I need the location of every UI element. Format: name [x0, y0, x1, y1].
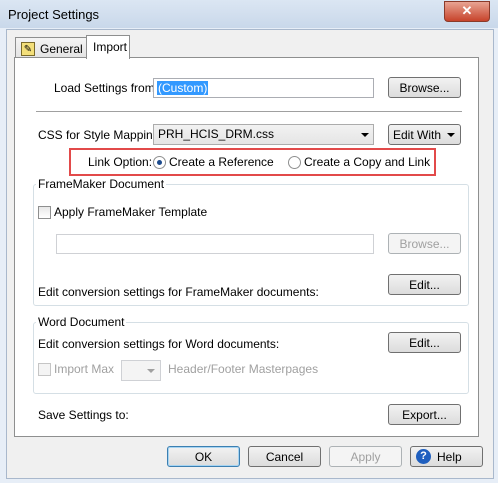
create-reference-label[interactable]: Create a Reference	[169, 155, 274, 169]
css-mapping-label: CSS for Style Mapping:	[38, 128, 163, 142]
chevron-down-icon	[147, 369, 155, 373]
masterpages-label: Header/Footer Masterpages	[168, 362, 319, 376]
cancel-button[interactable]: Cancel	[248, 446, 321, 467]
import-max-select[interactable]	[121, 360, 161, 381]
css-mapping-value: PRH_HCIS_DRM.css	[158, 127, 275, 141]
load-settings-value: (Custom)	[157, 81, 209, 95]
load-settings-label: Load Settings from:	[54, 81, 159, 95]
word-edit-label: Edit conversion settings for Word docume…	[38, 337, 280, 351]
general-settings-icon: ✎	[21, 42, 35, 56]
title-bar: Project Settings ✕	[0, 0, 498, 28]
help-icon: ?	[416, 449, 431, 464]
load-browse-button[interactable]: Browse...	[388, 77, 461, 98]
tab-general[interactable]: ✎ General	[15, 37, 87, 59]
radio-create-copy-link[interactable]	[288, 156, 301, 169]
help-button[interactable]: ? Help	[410, 446, 483, 467]
close-icon[interactable]: ✕	[444, 1, 490, 22]
word-edit-button[interactable]: Edit...	[388, 332, 461, 353]
tab-import-label: Import	[93, 40, 128, 54]
apply-button[interactable]: Apply	[329, 446, 402, 467]
edit-with-button[interactable]: Edit With	[388, 124, 461, 145]
load-settings-input[interactable]: (Custom)	[153, 78, 374, 98]
link-option-label: Link Option:	[88, 155, 153, 169]
import-max-checkbox[interactable]	[38, 363, 51, 376]
word-group-title: Word Document	[36, 315, 127, 329]
chevron-down-icon	[361, 133, 369, 137]
radio-selected-dot	[157, 160, 162, 165]
tab-import[interactable]: Import	[86, 35, 130, 59]
export-button[interactable]: Export...	[388, 404, 461, 425]
radio-create-reference[interactable]	[153, 156, 166, 169]
chevron-down-icon	[447, 133, 455, 137]
window-title: Project Settings	[8, 7, 100, 22]
create-copy-link-label[interactable]: Create a Copy and Link	[304, 155, 430, 169]
framemaker-edit-label: Edit conversion settings for FrameMaker …	[38, 285, 319, 299]
apply-template-label[interactable]: Apply FrameMaker Template	[54, 205, 207, 219]
divider	[36, 111, 462, 112]
apply-template-checkbox[interactable]	[38, 206, 51, 219]
import-max-label: Import Max	[54, 362, 115, 376]
template-browse-button[interactable]: Browse...	[388, 233, 461, 254]
save-settings-label: Save Settings to:	[38, 408, 129, 422]
template-path-input[interactable]	[56, 234, 374, 254]
help-label: Help	[437, 450, 462, 464]
ok-button[interactable]: OK	[167, 446, 240, 467]
edit-with-label: Edit With	[393, 128, 442, 142]
project-settings-window: Project Settings ✕ ✎ General Import Load…	[0, 0, 498, 483]
framemaker-edit-button[interactable]: Edit...	[388, 274, 461, 295]
css-mapping-select[interactable]: PRH_HCIS_DRM.css	[153, 124, 374, 145]
framemaker-group-title: FrameMaker Document	[36, 177, 167, 191]
